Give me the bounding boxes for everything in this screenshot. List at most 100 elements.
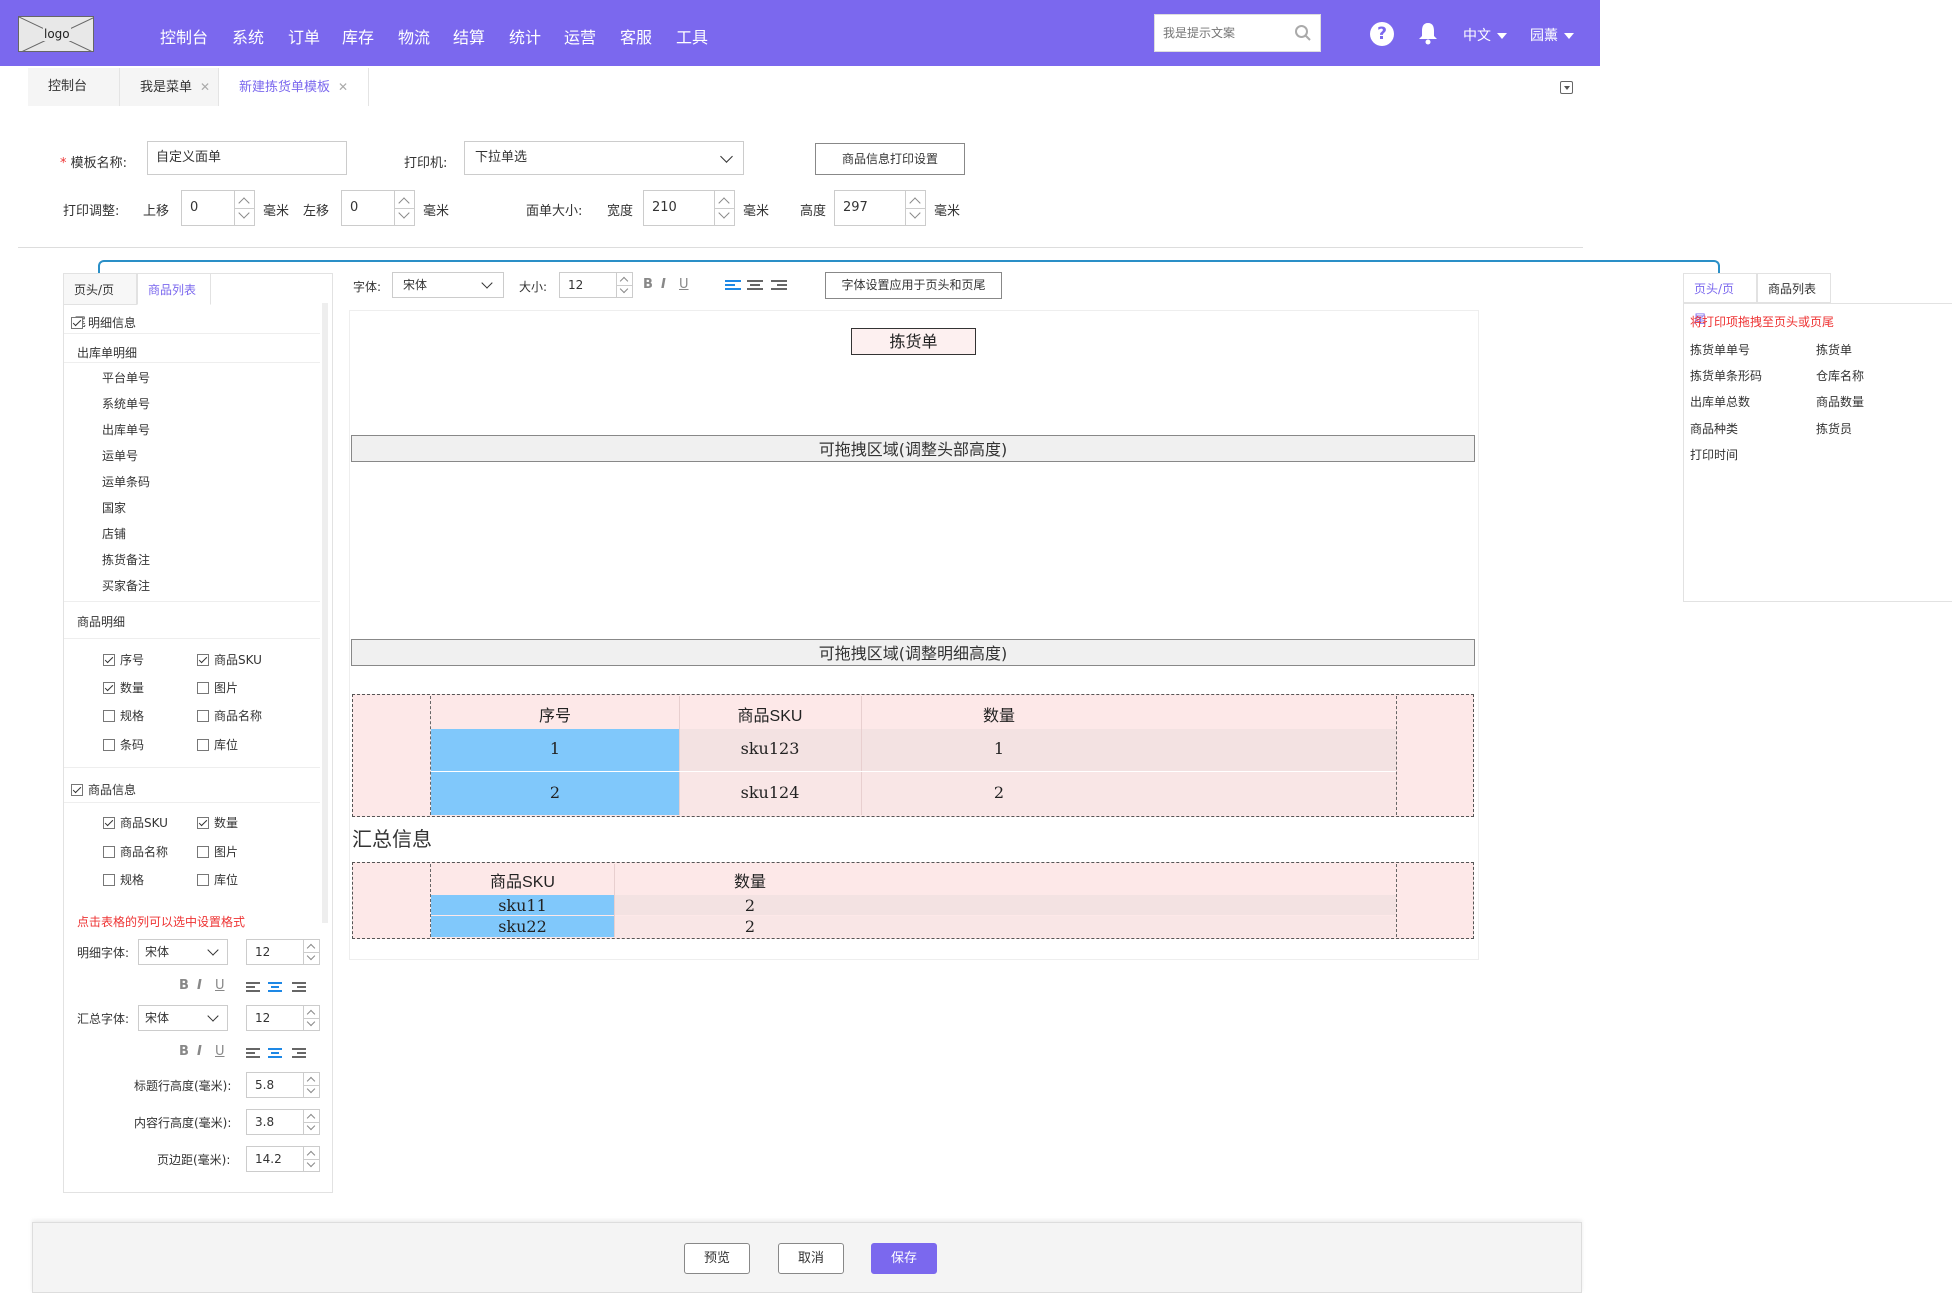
- summary-font-select[interactable]: 宋体: [138, 1005, 228, 1031]
- goods-info-field-checkbox[interactable]: [197, 817, 209, 829]
- goods-detail-checkbox[interactable]: [197, 710, 209, 722]
- goods-detail-checkbox[interactable]: [103, 710, 115, 722]
- print-settings-button[interactable]: 商品信息打印设置: [815, 143, 965, 175]
- left-offset-stepper[interactable]: 0: [341, 190, 415, 226]
- field-item[interactable]: 平台单号: [102, 369, 150, 386]
- align-center-icon[interactable]: [268, 1048, 284, 1060]
- tab-new-picking-template[interactable]: 新建拣货单模板 ✕: [219, 68, 369, 106]
- page-margin-stepper[interactable]: 14.2: [246, 1146, 320, 1172]
- field-item[interactable]: 系统单号: [102, 395, 150, 412]
- goods-info-checkbox[interactable]: [71, 784, 83, 796]
- table-header-cell[interactable]: 序号: [431, 702, 679, 726]
- table-cell[interactable]: 1: [431, 739, 679, 758]
- goods-detail-checkbox[interactable]: [197, 739, 209, 751]
- stepper-buttons[interactable]: [234, 191, 254, 225]
- align-right-icon[interactable]: [292, 982, 308, 994]
- font-size-stepper[interactable]: 12: [559, 272, 633, 298]
- tab-console[interactable]: 控制台: [28, 68, 120, 106]
- field-item[interactable]: 国家: [102, 499, 126, 516]
- stepper-buttons[interactable]: [905, 191, 925, 225]
- underline-button[interactable]: U: [215, 1044, 225, 1059]
- nav-item-orders[interactable]: 订单: [288, 24, 320, 48]
- nav-item-statistics[interactable]: 统计: [509, 24, 541, 48]
- tab-dropdown-icon[interactable]: [1560, 81, 1573, 94]
- content-row-height-stepper[interactable]: 3.8: [246, 1109, 320, 1135]
- left-panel-scrollbar[interactable]: [322, 303, 328, 923]
- goods-info-field-checkbox[interactable]: [197, 874, 209, 886]
- table-cell[interactable]: 2: [861, 783, 1137, 802]
- align-center-icon[interactable]: [268, 982, 284, 994]
- left-tab-goods-list[interactable]: 商品列表: [137, 273, 211, 305]
- summary-size-stepper[interactable]: 12: [246, 1005, 320, 1031]
- italic-button[interactable]: I: [197, 1044, 202, 1059]
- goods-info-field-checkbox[interactable]: [103, 846, 115, 858]
- search-input[interactable]: [1155, 15, 1285, 51]
- print-item[interactable]: 拣货单: [1816, 341, 1852, 358]
- table-header-cell[interactable]: 商品SKU: [679, 702, 861, 726]
- summary-title[interactable]: 汇总信息: [352, 823, 432, 852]
- template-title[interactable]: 拣货单: [851, 328, 976, 355]
- table-header-cell[interactable]: 商品SKU: [431, 868, 614, 892]
- print-item[interactable]: 仓库名称: [1816, 367, 1864, 384]
- align-left-icon[interactable]: [246, 982, 262, 994]
- help-icon[interactable]: ?: [1370, 22, 1394, 46]
- align-left-icon[interactable]: [246, 1048, 262, 1060]
- table-cell[interactable]: sku124: [679, 783, 861, 802]
- goods-info-field-checkbox[interactable]: [103, 874, 115, 886]
- italic-button[interactable]: I: [197, 978, 202, 993]
- nav-item-inventory[interactable]: 库存: [342, 24, 374, 48]
- printer-select[interactable]: 下拉单选: [464, 141, 744, 175]
- print-item[interactable]: 出库单总数: [1690, 393, 1750, 410]
- goods-detail-checkbox[interactable]: [103, 682, 115, 694]
- language-select[interactable]: 中文: [1463, 25, 1507, 45]
- align-right-icon[interactable]: [771, 280, 787, 292]
- right-tab-header-footer[interactable]: 页头/页尾: [1683, 273, 1757, 326]
- goods-info-field-checkbox[interactable]: [197, 846, 209, 858]
- detail-size-stepper[interactable]: 12: [246, 939, 320, 965]
- drag-header-height-bar[interactable]: 可拖拽区域(调整头部高度): [351, 435, 1475, 462]
- align-right-icon[interactable]: [292, 1048, 308, 1060]
- table-cell[interactable]: 2: [614, 917, 886, 936]
- underline-button[interactable]: U: [215, 978, 225, 993]
- table-cell[interactable]: 1: [861, 739, 1137, 758]
- logo[interactable]: logo: [18, 16, 94, 52]
- field-item[interactable]: 出库单号: [102, 421, 150, 438]
- table-header-cell[interactable]: 数量: [614, 868, 886, 892]
- nav-item-tools[interactable]: 工具: [676, 24, 708, 48]
- align-left-icon[interactable]: [725, 280, 741, 292]
- template-name-input[interactable]: 自定义面单: [147, 141, 347, 175]
- close-icon[interactable]: ✕: [200, 80, 210, 94]
- print-item[interactable]: 拣货单条形码: [1690, 367, 1762, 384]
- table-cell[interactable]: sku22: [431, 917, 614, 936]
- right-tab-goods-list[interactable]: 商品列表: [1757, 273, 1831, 303]
- align-center-icon[interactable]: [747, 280, 763, 292]
- nav-item-operations[interactable]: 运营: [564, 24, 596, 48]
- title-row-height-stepper[interactable]: 5.8: [246, 1072, 320, 1098]
- bold-button[interactable]: B: [643, 277, 653, 292]
- nav-item-customer-service[interactable]: 客服: [620, 24, 652, 48]
- nav-item-console[interactable]: 控制台: [160, 24, 208, 48]
- bold-button[interactable]: B: [179, 1044, 189, 1059]
- goods-detail-checkbox[interactable]: [197, 654, 209, 666]
- goods-detail-checkbox[interactable]: [103, 739, 115, 751]
- font-select[interactable]: 宋体: [392, 272, 504, 298]
- field-item[interactable]: 店铺: [102, 525, 126, 542]
- apply-font-button[interactable]: 字体设置应用于页头和页尾: [825, 272, 1002, 299]
- print-item[interactable]: 打印时间: [1690, 446, 1738, 463]
- tab-my-menu[interactable]: 我是菜单 ✕: [120, 68, 219, 106]
- print-item[interactable]: 商品数量: [1816, 393, 1864, 410]
- field-item[interactable]: 运单条码: [102, 473, 150, 490]
- stepper-buttons[interactable]: [616, 273, 632, 297]
- bold-button[interactable]: B: [179, 978, 189, 993]
- left-tab-header-footer[interactable]: 页头/页尾: [63, 273, 137, 329]
- table-cell[interactable]: 2: [431, 783, 679, 802]
- stepper-buttons[interactable]: [303, 940, 319, 964]
- save-button[interactable]: 保存: [871, 1243, 937, 1274]
- close-icon[interactable]: ✕: [338, 80, 348, 94]
- print-item[interactable]: 商品种类: [1690, 420, 1738, 437]
- table-cell[interactable]: sku123: [679, 739, 861, 758]
- height-stepper[interactable]: 297: [834, 190, 926, 226]
- field-item[interactable]: 买家备注: [102, 577, 150, 594]
- goods-detail-checkbox[interactable]: [197, 682, 209, 694]
- nav-item-settlement[interactable]: 结算: [453, 24, 485, 48]
